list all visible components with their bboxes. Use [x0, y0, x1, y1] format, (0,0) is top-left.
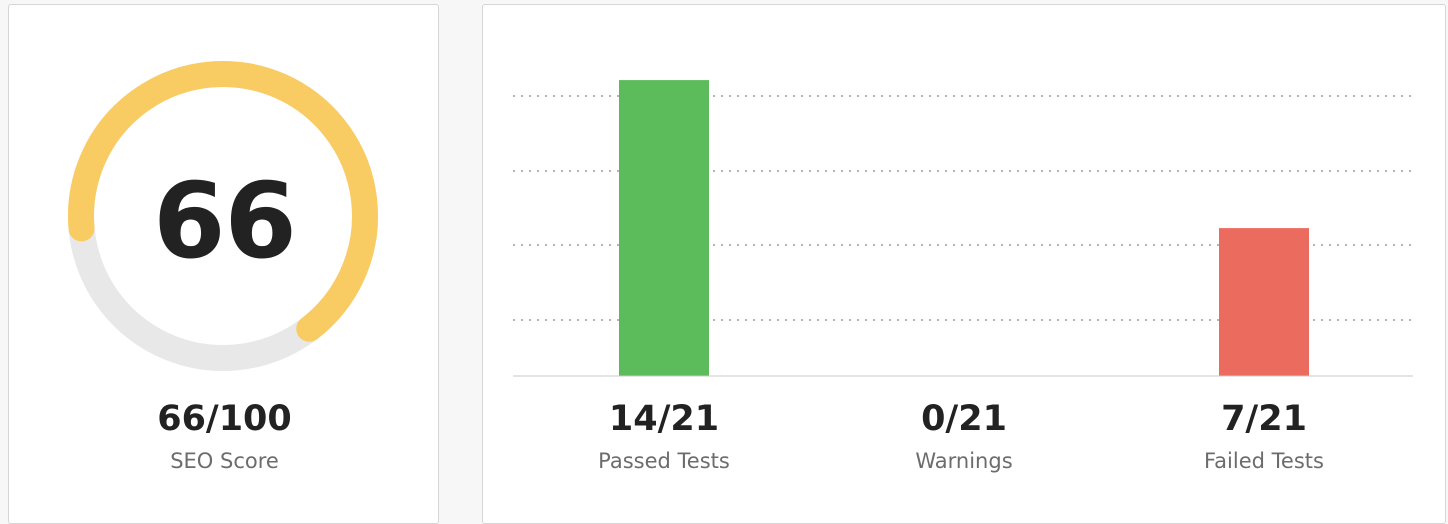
warnings-value: 0/21	[921, 399, 1007, 439]
failed-tests-value: 7/21	[1221, 399, 1307, 439]
test-results-bar-chart	[513, 80, 1413, 377]
passed-tests-value: 14/21	[608, 399, 720, 439]
chart-bars	[619, 80, 1309, 376]
warnings-label: Warnings	[915, 449, 1013, 473]
seo-score-fraction: 66/100	[157, 399, 292, 439]
failed-tests-label: Failed Tests	[1204, 449, 1324, 473]
seo-score-number: 66	[153, 160, 297, 282]
seo-score-card: 66 66/100 SEO Score	[8, 4, 439, 524]
seo-score-label: SEO Score	[170, 449, 279, 473]
test-results-chart-card: 14/21 Passed Tests 0/21 Warnings 7/21 Fa…	[482, 4, 1446, 524]
passed-tests-label: Passed Tests	[598, 449, 730, 473]
passed-tests-bar	[619, 80, 709, 376]
failed-tests-bar	[1219, 228, 1309, 376]
